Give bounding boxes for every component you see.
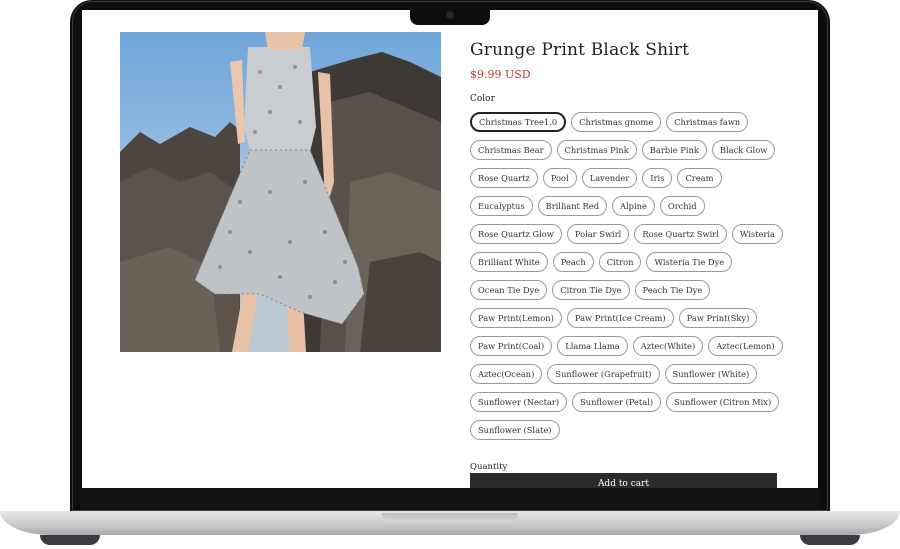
color-swatch[interactable]: Lavender <box>581 168 638 188</box>
color-swatch[interactable]: Sunflower (Slate) <box>470 420 560 440</box>
color-swatch[interactable]: Christmas fawn <box>666 112 749 132</box>
laptop-screen: Grunge Print Black Shirt $9.99 USD Color… <box>82 10 818 488</box>
product-title: Grunge Print Black Shirt <box>470 40 690 60</box>
color-swatch[interactable]: Citron <box>598 252 642 272</box>
color-swatch[interactable]: Cream <box>677 168 722 188</box>
camera-icon <box>447 12 453 18</box>
color-swatch-list: Christmas Tree1.0 Christmas gnome Christma… <box>470 112 790 448</box>
product-price: $9.99 USD <box>470 68 531 81</box>
color-swatch[interactable]: Alpine <box>612 196 655 216</box>
color-swatch[interactable]: Christmas Bear <box>470 140 552 160</box>
color-swatch[interactable]: Sunflower (Petal) <box>572 392 662 412</box>
color-swatch[interactable]: Aztec(Ocean) <box>470 364 543 384</box>
color-swatch[interactable]: Aztec(Lemon) <box>708 336 783 356</box>
color-swatch[interactable]: Peach <box>552 252 594 272</box>
color-swatch[interactable]: Christmas gnome <box>571 112 662 132</box>
color-swatch[interactable]: Sunflower (White) <box>664 364 758 384</box>
color-swatch[interactable]: Paw Print(Ice Cream) <box>566 308 674 328</box>
laptop-foot-right <box>800 535 860 545</box>
color-swatch[interactable]: Paw Print(Coal) <box>470 336 553 356</box>
product-image[interactable] <box>120 32 441 352</box>
color-swatch[interactable]: Eucalyptus <box>470 196 533 216</box>
color-swatch[interactable]: Paw Print(Sky) <box>678 308 758 328</box>
color-swatch[interactable]: Rose Quartz <box>470 168 538 188</box>
screen-bottom-bezel <box>80 488 820 510</box>
color-swatch[interactable]: Brilliant Red <box>537 196 608 216</box>
color-label: Color <box>470 94 495 104</box>
color-swatch[interactable]: Sunflower (Grapefruit) <box>547 364 660 384</box>
color-swatch[interactable]: Peach Tie Dye <box>634 280 711 300</box>
color-swatch[interactable]: Polar Swirl <box>566 224 630 244</box>
color-swatch[interactable]: Wisteria Tie Dye <box>646 252 733 272</box>
color-swatch[interactable]: Brilliant White <box>470 252 548 272</box>
product-info: Grunge Print Black Shirt $9.99 USD Color… <box>470 32 790 488</box>
color-swatch[interactable]: Sunflower (Nectar) <box>470 392 568 412</box>
color-swatch[interactable]: Citron Tie Dye <box>552 280 630 300</box>
color-swatch[interactable]: Christmas Tree1.0 <box>470 112 567 132</box>
color-swatch[interactable]: Orchid <box>659 196 705 216</box>
color-swatch[interactable]: Black Glow <box>711 140 776 160</box>
color-swatch[interactable]: Pool <box>542 168 577 188</box>
color-swatch[interactable]: Barbie Pink <box>641 140 707 160</box>
color-swatch[interactable]: Wisteria <box>731 224 783 244</box>
color-swatch[interactable]: Llama Llama <box>557 336 628 356</box>
color-swatch[interactable]: Aztec(White) <box>632 336 704 356</box>
laptop-base-notch <box>382 513 518 522</box>
dress-photo <box>120 32 441 352</box>
color-swatch[interactable]: Christmas Pink <box>556 140 637 160</box>
laptop-foot-left <box>40 535 100 545</box>
color-swatch[interactable]: Paw Print(Lemon) <box>470 308 562 328</box>
color-swatch[interactable]: Iris <box>642 168 673 188</box>
color-swatch[interactable]: Ocean Tie Dye <box>470 280 548 300</box>
color-swatch[interactable]: Rose Quartz Swirl <box>634 224 727 244</box>
quantity-label: Quantity <box>470 462 508 472</box>
color-swatch[interactable]: Sunflower (Citron Mix) <box>666 392 780 412</box>
add-to-cart-button[interactable]: Add to cart <box>470 473 777 488</box>
color-swatch[interactable]: Rose Quartz Glow <box>470 224 562 244</box>
